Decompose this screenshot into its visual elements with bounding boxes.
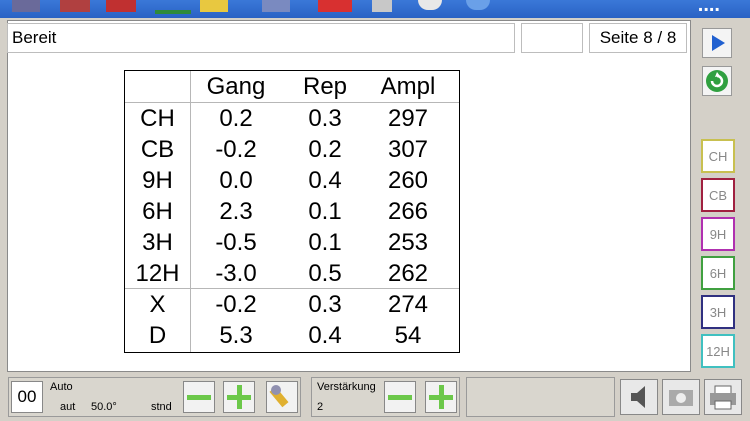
sensor-button-12h[interactable]: 12H (701, 334, 735, 368)
brand-logo: .... (697, 0, 720, 16)
cell-gang: 0.2 (219, 105, 253, 132)
gain-value: 2 (317, 401, 324, 413)
refresh-button[interactable] (702, 66, 732, 96)
plus-icon-vertical (237, 385, 242, 409)
header-ampl: Ampl (380, 73, 436, 100)
wrench-button[interactable] (266, 381, 298, 413)
cell-gang: 0.0 (219, 167, 253, 194)
cell-ampl: 253 (387, 229, 429, 256)
angle-value: 50.0° (91, 401, 117, 413)
status-field: Bereit (7, 23, 515, 53)
result-table: Gang Rep Ampl CH 0.2 0.3 297 CB -0.2 0.2 307 9H 0… (124, 70, 460, 353)
cell-rep: 0.5 (308, 260, 342, 287)
counter-field: 00 (11, 381, 43, 413)
sensor-button-ch[interactable]: CH (701, 139, 735, 173)
cell-rep: 0.4 (308, 322, 342, 349)
toolbar-icon-8[interactable] (372, 0, 392, 12)
printer-button[interactable] (704, 379, 742, 415)
sensor-button-3h[interactable]: 3H (701, 295, 735, 329)
decrease-button[interactable] (183, 381, 215, 413)
cell-ampl: 54 (394, 322, 422, 349)
play-icon (712, 35, 725, 51)
cell-ampl: 262 (387, 260, 429, 287)
row-label: 6H (142, 198, 173, 225)
cell-ampl: 260 (387, 167, 429, 194)
cell-rep: 0.4 (308, 167, 342, 194)
minus-icon (388, 395, 412, 400)
camera-icon (669, 390, 693, 406)
toolbar-icon-1[interactable] (12, 0, 40, 12)
minus-icon (187, 395, 211, 400)
top-toolbar: .... (0, 0, 750, 18)
cell-rep: 0.1 (308, 198, 342, 225)
sensor-button-6h[interactable]: 6H (701, 256, 735, 290)
header-gang: Gang (206, 73, 266, 100)
speaker-button[interactable] (620, 379, 658, 415)
row-label: CH (140, 105, 175, 132)
cell-ampl: 297 (387, 105, 429, 132)
row-label: D (148, 322, 167, 349)
toolbar-icon-4[interactable] (155, 10, 191, 14)
gain-increase-button[interactable] (425, 381, 457, 413)
toolbar-icon-9[interactable] (418, 0, 442, 10)
toolbar-icon-3[interactable] (106, 0, 136, 12)
plus-icon-vertical (439, 385, 444, 409)
toolbar-icon-2[interactable] (60, 0, 90, 12)
cell-gang: -3.0 (215, 260, 257, 287)
cell-rep: 0.1 (308, 229, 342, 256)
increase-button[interactable] (223, 381, 255, 413)
cell-gang: -0.2 (215, 136, 257, 163)
printer-icon (710, 385, 736, 410)
row-label: CB (140, 136, 175, 163)
header-rep: Rep (302, 73, 348, 100)
sensor-button-cb[interactable]: CB (701, 178, 735, 212)
row-label: 9H (142, 167, 173, 194)
toolbar-icon-6[interactable] (262, 0, 290, 12)
cell-ampl: 307 (387, 136, 429, 163)
mode-label: Auto (50, 381, 73, 393)
cell-rep: 0.2 (308, 136, 342, 163)
row-label: X (149, 291, 166, 318)
play-button[interactable] (702, 28, 732, 58)
gain-label: Verstärkung (317, 381, 376, 393)
toolbar-icon-5[interactable] (200, 0, 228, 12)
cell-ampl: 274 (387, 291, 429, 318)
camera-button[interactable] (662, 379, 700, 415)
stnd-label: stnd (151, 401, 172, 413)
row-label: 3H (142, 229, 173, 256)
empty-panel (466, 377, 615, 417)
cell-rep: 0.3 (308, 105, 342, 132)
cell-gang: -0.5 (215, 229, 257, 256)
refresh-icon (706, 70, 728, 92)
cell-gang: 5.3 (219, 322, 253, 349)
cell-gang: -0.2 (215, 291, 257, 318)
row-label: 12H (135, 260, 180, 287)
gain-decrease-button[interactable] (384, 381, 416, 413)
cell-rep: 0.3 (308, 291, 342, 318)
speaker-icon (631, 386, 645, 408)
toolbar-icon-7[interactable] (318, 0, 352, 12)
aut-label: aut (60, 401, 76, 413)
toolbar-icon-10[interactable] (466, 0, 490, 10)
wrench-icon (269, 385, 289, 408)
blank-field (521, 23, 583, 53)
cell-ampl: 266 (387, 198, 429, 225)
cell-gang: 2.3 (219, 198, 253, 225)
sensor-button-9h[interactable]: 9H (701, 217, 735, 251)
page-indicator: Seite 8 / 8 (589, 23, 687, 53)
